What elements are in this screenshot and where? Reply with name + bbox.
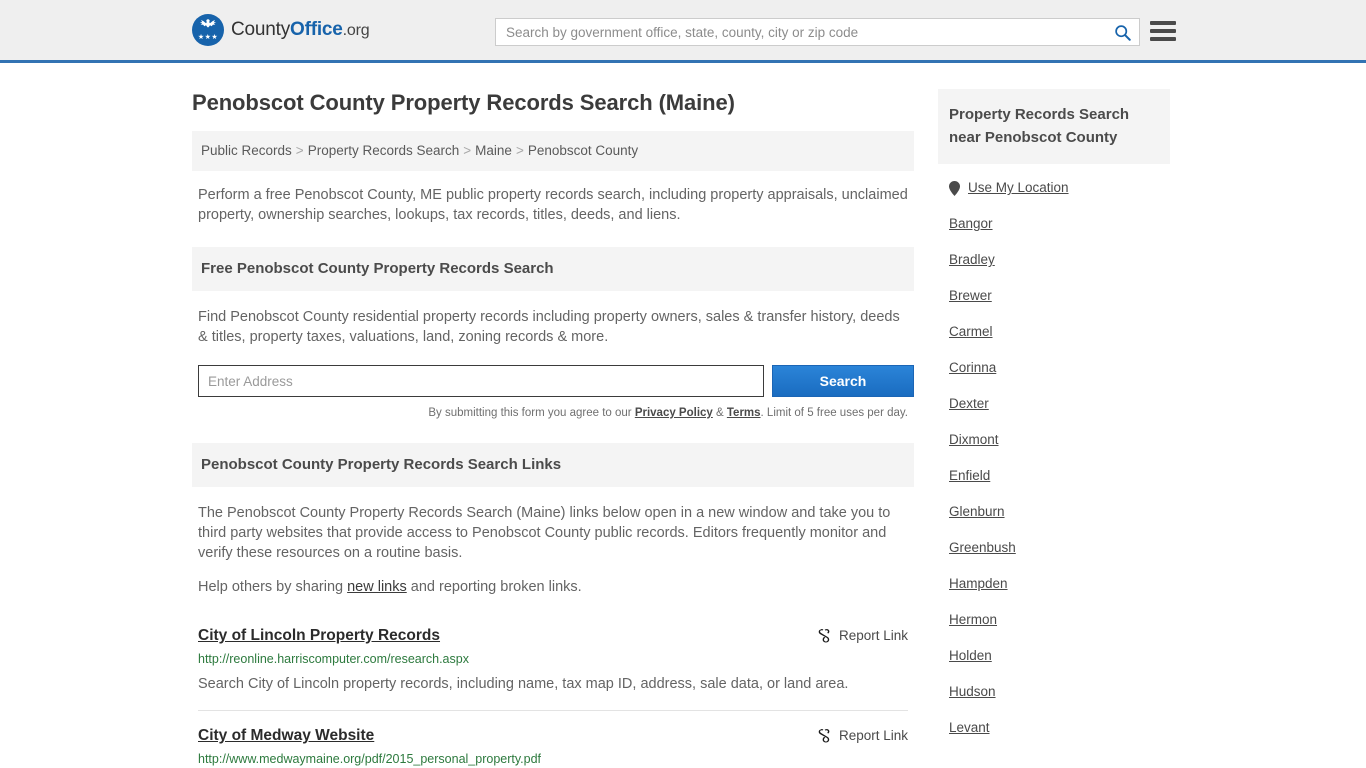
page-wrapper: Penobscot County Property Records Search… [0,63,1366,768]
report-link-button[interactable]: Report Link [816,627,908,643]
broken-link-icon [818,629,830,643]
site-header: ★★★ CountyOffice.org [0,0,1366,63]
report-link-label: Report Link [838,727,908,743]
report-link-button[interactable]: Report Link [816,727,908,743]
broken-link-icon [818,729,830,743]
use-my-location-link[interactable]: Use My Location [968,179,1069,197]
address-search-form: Search [198,365,914,397]
free-search-heading: Free Penobscot County Property Records S… [192,247,914,291]
sidebar-item-holden[interactable]: Holden [938,638,1170,674]
sidebar-item-bradley[interactable]: Bradley [938,242,1170,278]
sidebar-item-carmel[interactable]: Carmel [938,314,1170,350]
global-search-input[interactable] [496,19,1105,45]
sidebar-city-link[interactable]: Enfield [949,467,990,485]
breadcrumb-item-property-records-search[interactable]: Property Records Search [308,143,460,158]
address-search-submit-button[interactable]: Search [772,365,914,397]
sidebar-city-link[interactable]: Bradley [949,251,995,269]
address-search-input[interactable] [198,365,764,397]
search-icon [1114,24,1131,41]
site-logo-link[interactable]: ★★★ CountyOffice.org [192,14,370,46]
disclaimer-suffix: . Limit of 5 free uses per day. [760,407,908,419]
sidebar-item-hudson[interactable]: Hudson [938,674,1170,710]
breadcrumb-separator: > [515,143,524,158]
sidebar-heading: Property Records Search near Penobscot C… [938,89,1170,164]
sidebar-item-dixmont[interactable]: Dixmont [938,422,1170,458]
main-content: Penobscot County Property Records Search… [192,63,914,768]
sidebar-item-hampden[interactable]: Hampden [938,566,1170,602]
sidebar-item-levant[interactable]: Levant [938,710,1170,746]
breadcrumb-separator: > [463,143,472,158]
sidebar-city-link[interactable]: Corinna [949,359,996,377]
sidebar-item-glenburn[interactable]: Glenburn [938,494,1170,530]
sidebar-item-dexter[interactable]: Dexter [938,386,1170,422]
links-section-heading: Penobscot County Property Records Search… [192,443,914,487]
link-result-url: http://reonline.harriscomputer.com/resea… [198,652,469,666]
sidebar-item-use-my-location[interactable]: Use My Location [938,170,1170,206]
free-search-body: Find Penobscot County residential proper… [198,307,908,347]
brand-wordmark: CountyOffice.org [231,19,370,41]
breadcrumb-item-penobscot-county[interactable]: Penobscot County [528,143,638,158]
disclaimer-amp: & [712,407,727,419]
sidebar-city-link[interactable]: Glenburn [949,503,1005,521]
breadcrumb-separator: > [295,143,304,158]
new-links-link[interactable]: new links [347,579,407,595]
map-pin-icon [949,180,960,196]
hamburger-bar [1150,37,1176,41]
sidebar-item-bangor[interactable]: Bangor [938,206,1170,242]
page-title: Penobscot County Property Records Search… [192,90,735,115]
header-search-box[interactable] [495,18,1140,46]
intro-paragraph: Perform a free Penobscot County, ME publ… [198,187,908,223]
sidebar-item-brewer[interactable]: Brewer [938,278,1170,314]
logo-stars: ★★★ [197,34,219,41]
hamburger-menu-icon[interactable] [1150,18,1176,44]
breadcrumb-item-maine[interactable]: Maine [475,143,512,158]
links-help-paragraph: Help others by sharing new links and rep… [198,577,908,597]
sidebar-nearby-list: Use My Location Bangor Bradley Brewer Ca… [938,170,1170,746]
terms-link[interactable]: Terms [727,407,761,419]
sidebar-city-link[interactable]: Carmel [949,323,993,341]
link-result-url: http://www.medwaymaine.org/pdf/2015_pers… [198,752,542,766]
brand-county-text: County [231,19,291,40]
form-disclaimer: By submitting this form you agree to our… [192,405,908,421]
breadcrumb-item-public-records[interactable]: Public Records [201,143,292,158]
sidebar-city-link[interactable]: Brewer [949,287,992,305]
sidebar: Property Records Search near Penobscot C… [938,89,1170,746]
report-link-label: Report Link [838,627,908,643]
links-section-body: The Penobscot County Property Records Se… [198,503,908,597]
brand-org-text: .org [342,22,370,39]
disclaimer-prefix: By submitting this form you agree to our [428,407,635,419]
sidebar-city-link[interactable]: Holden [949,647,992,665]
help-prefix: Help others by sharing [198,579,348,595]
sidebar-city-link[interactable]: Hermon [949,611,997,629]
sidebar-city-link[interactable]: Hudson [949,683,996,701]
brand-office-text: Office [290,19,343,40]
sidebar-item-greenbush[interactable]: Greenbush [938,530,1170,566]
sidebar-city-link[interactable]: Dixmont [949,431,999,449]
eagle-seal-icon: ★★★ [192,14,224,46]
search-submit-button[interactable] [1105,19,1139,45]
sidebar-item-hermon[interactable]: Hermon [938,602,1170,638]
link-result-title[interactable]: City of Lincoln Property Records [198,625,440,647]
hamburger-bar [1150,21,1176,25]
links-section-paragraph: The Penobscot County Property Records Se… [198,505,891,561]
link-result-description: Search City of Lincoln property records,… [198,676,849,692]
sidebar-city-link[interactable]: Greenbush [949,539,1016,557]
sidebar-city-link[interactable]: Bangor [949,215,993,233]
sidebar-item-enfield[interactable]: Enfield [938,458,1170,494]
hamburger-bar [1150,29,1176,33]
link-result-item: City of Medway Website Report Link http:… [198,711,908,768]
sidebar-city-link[interactable]: Levant [949,719,990,737]
sidebar-city-link[interactable]: Hampden [949,575,1008,593]
breadcrumb: Public Records > Property Records Search > M… [192,131,914,171]
sidebar-city-link[interactable]: Dexter [949,395,989,413]
link-result-item: City of Lincoln Property Records Report … [198,611,908,711]
sidebar-item-corinna[interactable]: Corinna [938,350,1170,386]
privacy-policy-link[interactable]: Privacy Policy [635,407,713,419]
link-result-title[interactable]: City of Medway Website [198,725,374,747]
free-search-description: Find Penobscot County residential proper… [198,309,900,345]
help-suffix: and reporting broken links. [406,579,582,595]
